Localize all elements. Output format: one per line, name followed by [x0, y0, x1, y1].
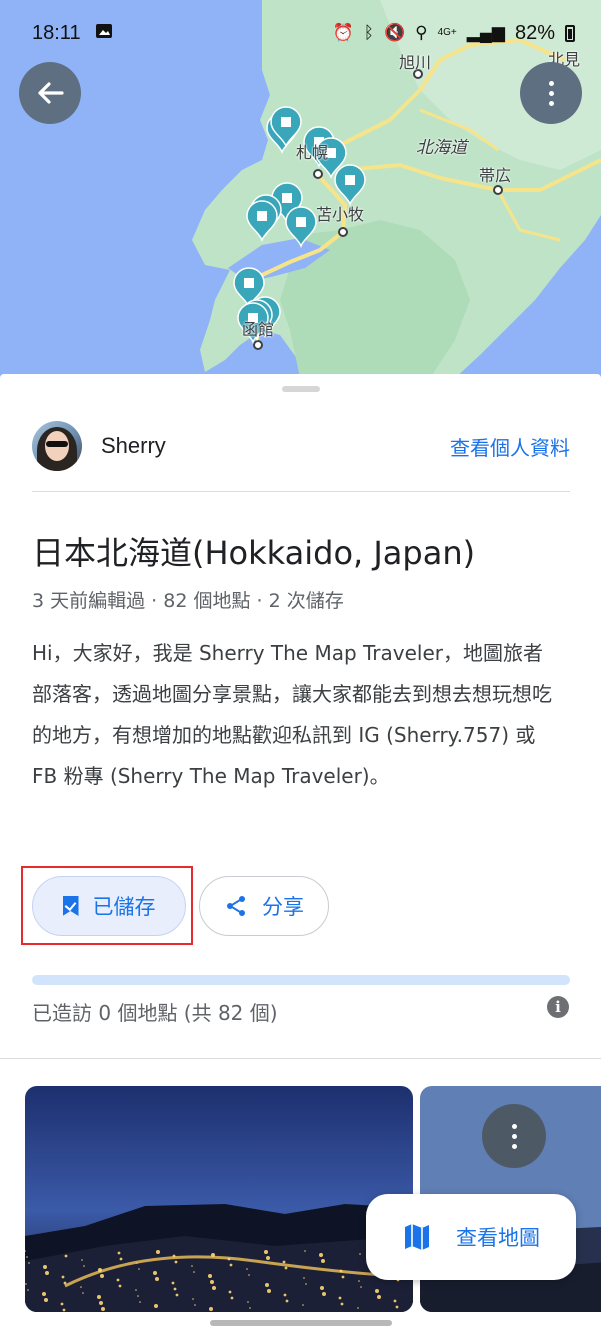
- map-label-obihiro: 帯広: [479, 166, 512, 185]
- map-label-sapporo: 札幌: [296, 143, 329, 162]
- mute-icon: 🔇: [383, 23, 406, 42]
- map-more-button[interactable]: [520, 62, 582, 124]
- status-time: 18:11: [32, 21, 81, 44]
- photo-more-button[interactable]: [482, 1104, 546, 1168]
- list-description: Hi，大家好，我是 Sherry The Map Traveler，地圖旅者部落…: [32, 641, 552, 788]
- divider: [0, 1058, 601, 1059]
- more-vert-icon: [511, 1123, 517, 1149]
- map-label-tomakomai: 苫小牧: [316, 205, 365, 224]
- list-details-sheet: Sherry 查看個人資料 日本北海道(Hokkaido, Japan) 3 天…: [0, 374, 601, 1335]
- share-icon: [227, 896, 245, 916]
- visited-count-text: 已造訪 0 個地點 (共 82 個): [32, 1001, 278, 1025]
- map-view[interactable]: 旭川 北見 札幌 北海道 帯広 苫小牧 函館 18:11 ⏰ ᛒ 🔇 ⚲ 4G+…: [0, 0, 601, 378]
- signal-icon: ▂▄▆: [466, 23, 505, 42]
- location-icon: ⚲: [415, 23, 428, 42]
- list-title: 日本北海道(Hokkaido, Japan): [32, 534, 476, 572]
- saved-label: 已儲存: [92, 895, 156, 919]
- profile-name[interactable]: Sherry: [101, 433, 166, 459]
- image-icon: [95, 22, 113, 45]
- battery-icon: [565, 24, 575, 42]
- bookmark-icon: [62, 896, 79, 916]
- visited-progress-bar: [32, 975, 570, 985]
- divider: [32, 491, 570, 492]
- info-icon[interactable]: i: [547, 996, 569, 1018]
- back-button[interactable]: [19, 62, 81, 124]
- battery-percent: 82%: [514, 21, 555, 44]
- view-map-button[interactable]: 查看地圖: [366, 1194, 576, 1280]
- saved-button[interactable]: 已儲存: [32, 876, 186, 936]
- drag-handle[interactable]: [282, 386, 320, 392]
- map-icon: [405, 1224, 429, 1250]
- avatar[interactable]: [32, 421, 82, 471]
- view-profile-link[interactable]: 查看個人資料: [450, 432, 570, 461]
- alarm-icon: ⏰: [332, 23, 354, 42]
- view-map-label: 查看地圖: [456, 1226, 540, 1250]
- home-indicator[interactable]: [210, 1320, 392, 1326]
- list-meta: 3 天前編輯過 · 82 個地點 · 2 次儲存: [32, 590, 344, 612]
- share-label: 分享: [262, 895, 304, 919]
- status-bar: 18:11 ⏰ ᛒ 🔇 ⚲ 4G+ ▂▄▆ 82%: [0, 0, 601, 66]
- profile-row: Sherry 查看個人資料: [32, 420, 570, 472]
- place-photo[interactable]: [25, 1086, 413, 1312]
- arrow-left-icon: [38, 82, 64, 104]
- bluetooth-icon: ᛒ: [363, 23, 374, 42]
- network-type: 4G+: [437, 27, 457, 38]
- map-label-hakodate: 函館: [242, 320, 275, 339]
- map-label-hokkaido: 北海道: [416, 138, 467, 158]
- more-vert-icon: [548, 80, 554, 106]
- share-button[interactable]: 分享: [199, 876, 329, 936]
